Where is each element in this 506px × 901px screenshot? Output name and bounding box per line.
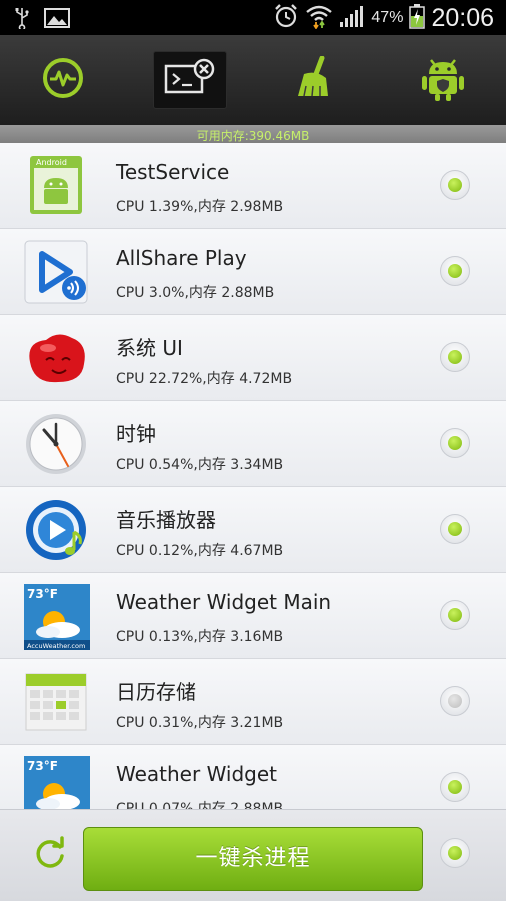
radio-dot: [448, 846, 462, 860]
list-item[interactable]: 系统 UI CPU 22.72%,内存 4.72MB: [0, 315, 506, 401]
list-item[interactable]: 日历存储 CPU 0.31%,内存 3.21MB: [0, 659, 506, 745]
android-app-icon: Android: [24, 154, 88, 218]
active-tab-tile: [153, 51, 227, 109]
radio-dot: [448, 350, 462, 364]
process-detail: CPU 0.31%,内存 3.21MB: [116, 712, 283, 732]
list-item[interactable]: 时钟 CPU 0.54%,内存 3.34MB: [0, 401, 506, 487]
clock-time: 20:06: [431, 4, 494, 33]
process-name: Weather Widget Main: [116, 590, 331, 614]
battery-percent: 47%: [371, 9, 403, 27]
select-radio[interactable]: [440, 342, 470, 372]
radio-dot: [448, 780, 462, 794]
list-item[interactable]: 73°FAccuWeather.com Weather Widget Main …: [0, 573, 506, 659]
select-radio[interactable]: [440, 686, 470, 716]
usb-icon: [14, 7, 30, 33]
select-radio[interactable]: [440, 772, 470, 802]
process-detail: CPU 1.39%,内存 2.98MB: [116, 196, 283, 216]
select-radio[interactable]: [440, 428, 470, 458]
select-radio[interactable]: [440, 600, 470, 630]
weather-icon: 73°F: [24, 756, 88, 809]
clock-icon: [24, 412, 88, 476]
music-player-icon: [24, 498, 88, 562]
tab-security[interactable]: [380, 35, 506, 125]
radio-dot: [448, 436, 462, 450]
broom-icon: [294, 56, 338, 104]
process-list[interactable]: Android TestService CPU 1.39%,内存 2.98MB …: [0, 143, 506, 809]
process-name: 系统 UI: [116, 332, 183, 361]
calendar-icon: [24, 670, 88, 734]
android-shield-icon: [421, 54, 465, 106]
process-name: 日历存储: [116, 676, 196, 705]
process-name: 音乐播放器: [116, 504, 216, 533]
select-radio[interactable]: [440, 514, 470, 544]
status-bar: 47% 20:06: [0, 0, 506, 35]
list-item[interactable]: 73°F Weather Widget CPU 0.07%,内存 2.88MB: [0, 745, 506, 809]
radio-dot: [448, 522, 462, 536]
process-detail: CPU 0.13%,内存 3.16MB: [116, 626, 283, 646]
svg-text:Android: Android: [36, 158, 67, 167]
list-item[interactable]: AllShare Play CPU 3.0%,内存 2.88MB: [0, 229, 506, 315]
tab-monitor[interactable]: [0, 35, 127, 125]
process-name: Weather Widget: [116, 762, 277, 786]
weather-temp: 73°F: [27, 759, 58, 773]
list-item[interactable]: Android TestService CPU 1.39%,内存 2.98MB: [0, 143, 506, 229]
list-item[interactable]: 音乐播放器 CPU 0.12%,内存 4.67MB: [0, 487, 506, 573]
jellybean-icon: [24, 326, 88, 390]
alarm-icon: [273, 3, 299, 33]
allshare-play-icon: [24, 240, 88, 304]
radio-dot: [448, 264, 462, 278]
weather-temp: 73°F: [27, 587, 58, 601]
radio-dot: [448, 694, 462, 708]
refresh-icon[interactable]: [32, 836, 68, 872]
select-all-radio[interactable]: [440, 838, 470, 868]
battery-charging-icon: [409, 3, 425, 33]
available-memory-bar: 可用内存:390.46MB: [0, 125, 506, 143]
weather-brand: AccuWeather.com: [27, 642, 85, 650]
tab-cleaner[interactable]: [253, 35, 380, 125]
tab-process-manager[interactable]: [127, 35, 254, 125]
kill-processes-button[interactable]: 一键杀进程: [83, 827, 423, 891]
monitor-icon: [41, 56, 85, 104]
toolbar: [0, 35, 506, 125]
process-detail: CPU 22.72%,内存 4.72MB: [116, 368, 292, 388]
process-detail: CPU 0.54%,内存 3.34MB: [116, 454, 283, 474]
available-memory-label: 可用内存:390.46MB: [197, 129, 310, 143]
select-radio[interactable]: [440, 170, 470, 200]
signal-icon: [339, 4, 365, 32]
radio-dot: [448, 178, 462, 192]
process-name: 时钟: [116, 418, 156, 447]
terminal-close-icon: [164, 58, 216, 102]
process-detail: CPU 0.12%,内存 4.67MB: [116, 540, 283, 560]
wifi-icon: [305, 3, 333, 33]
process-name: AllShare Play: [116, 246, 247, 270]
select-radio[interactable]: [440, 256, 470, 286]
radio-dot: [448, 608, 462, 622]
process-name: TestService: [116, 160, 229, 184]
image-icon: [44, 8, 70, 32]
process-detail: CPU 0.07%,内存 2.88MB: [116, 798, 283, 809]
process-detail: CPU 3.0%,内存 2.88MB: [116, 282, 274, 302]
bottom-bar: 一键杀进程: [0, 809, 506, 901]
weather-icon: 73°F AccuWeather.com: [24, 584, 88, 648]
